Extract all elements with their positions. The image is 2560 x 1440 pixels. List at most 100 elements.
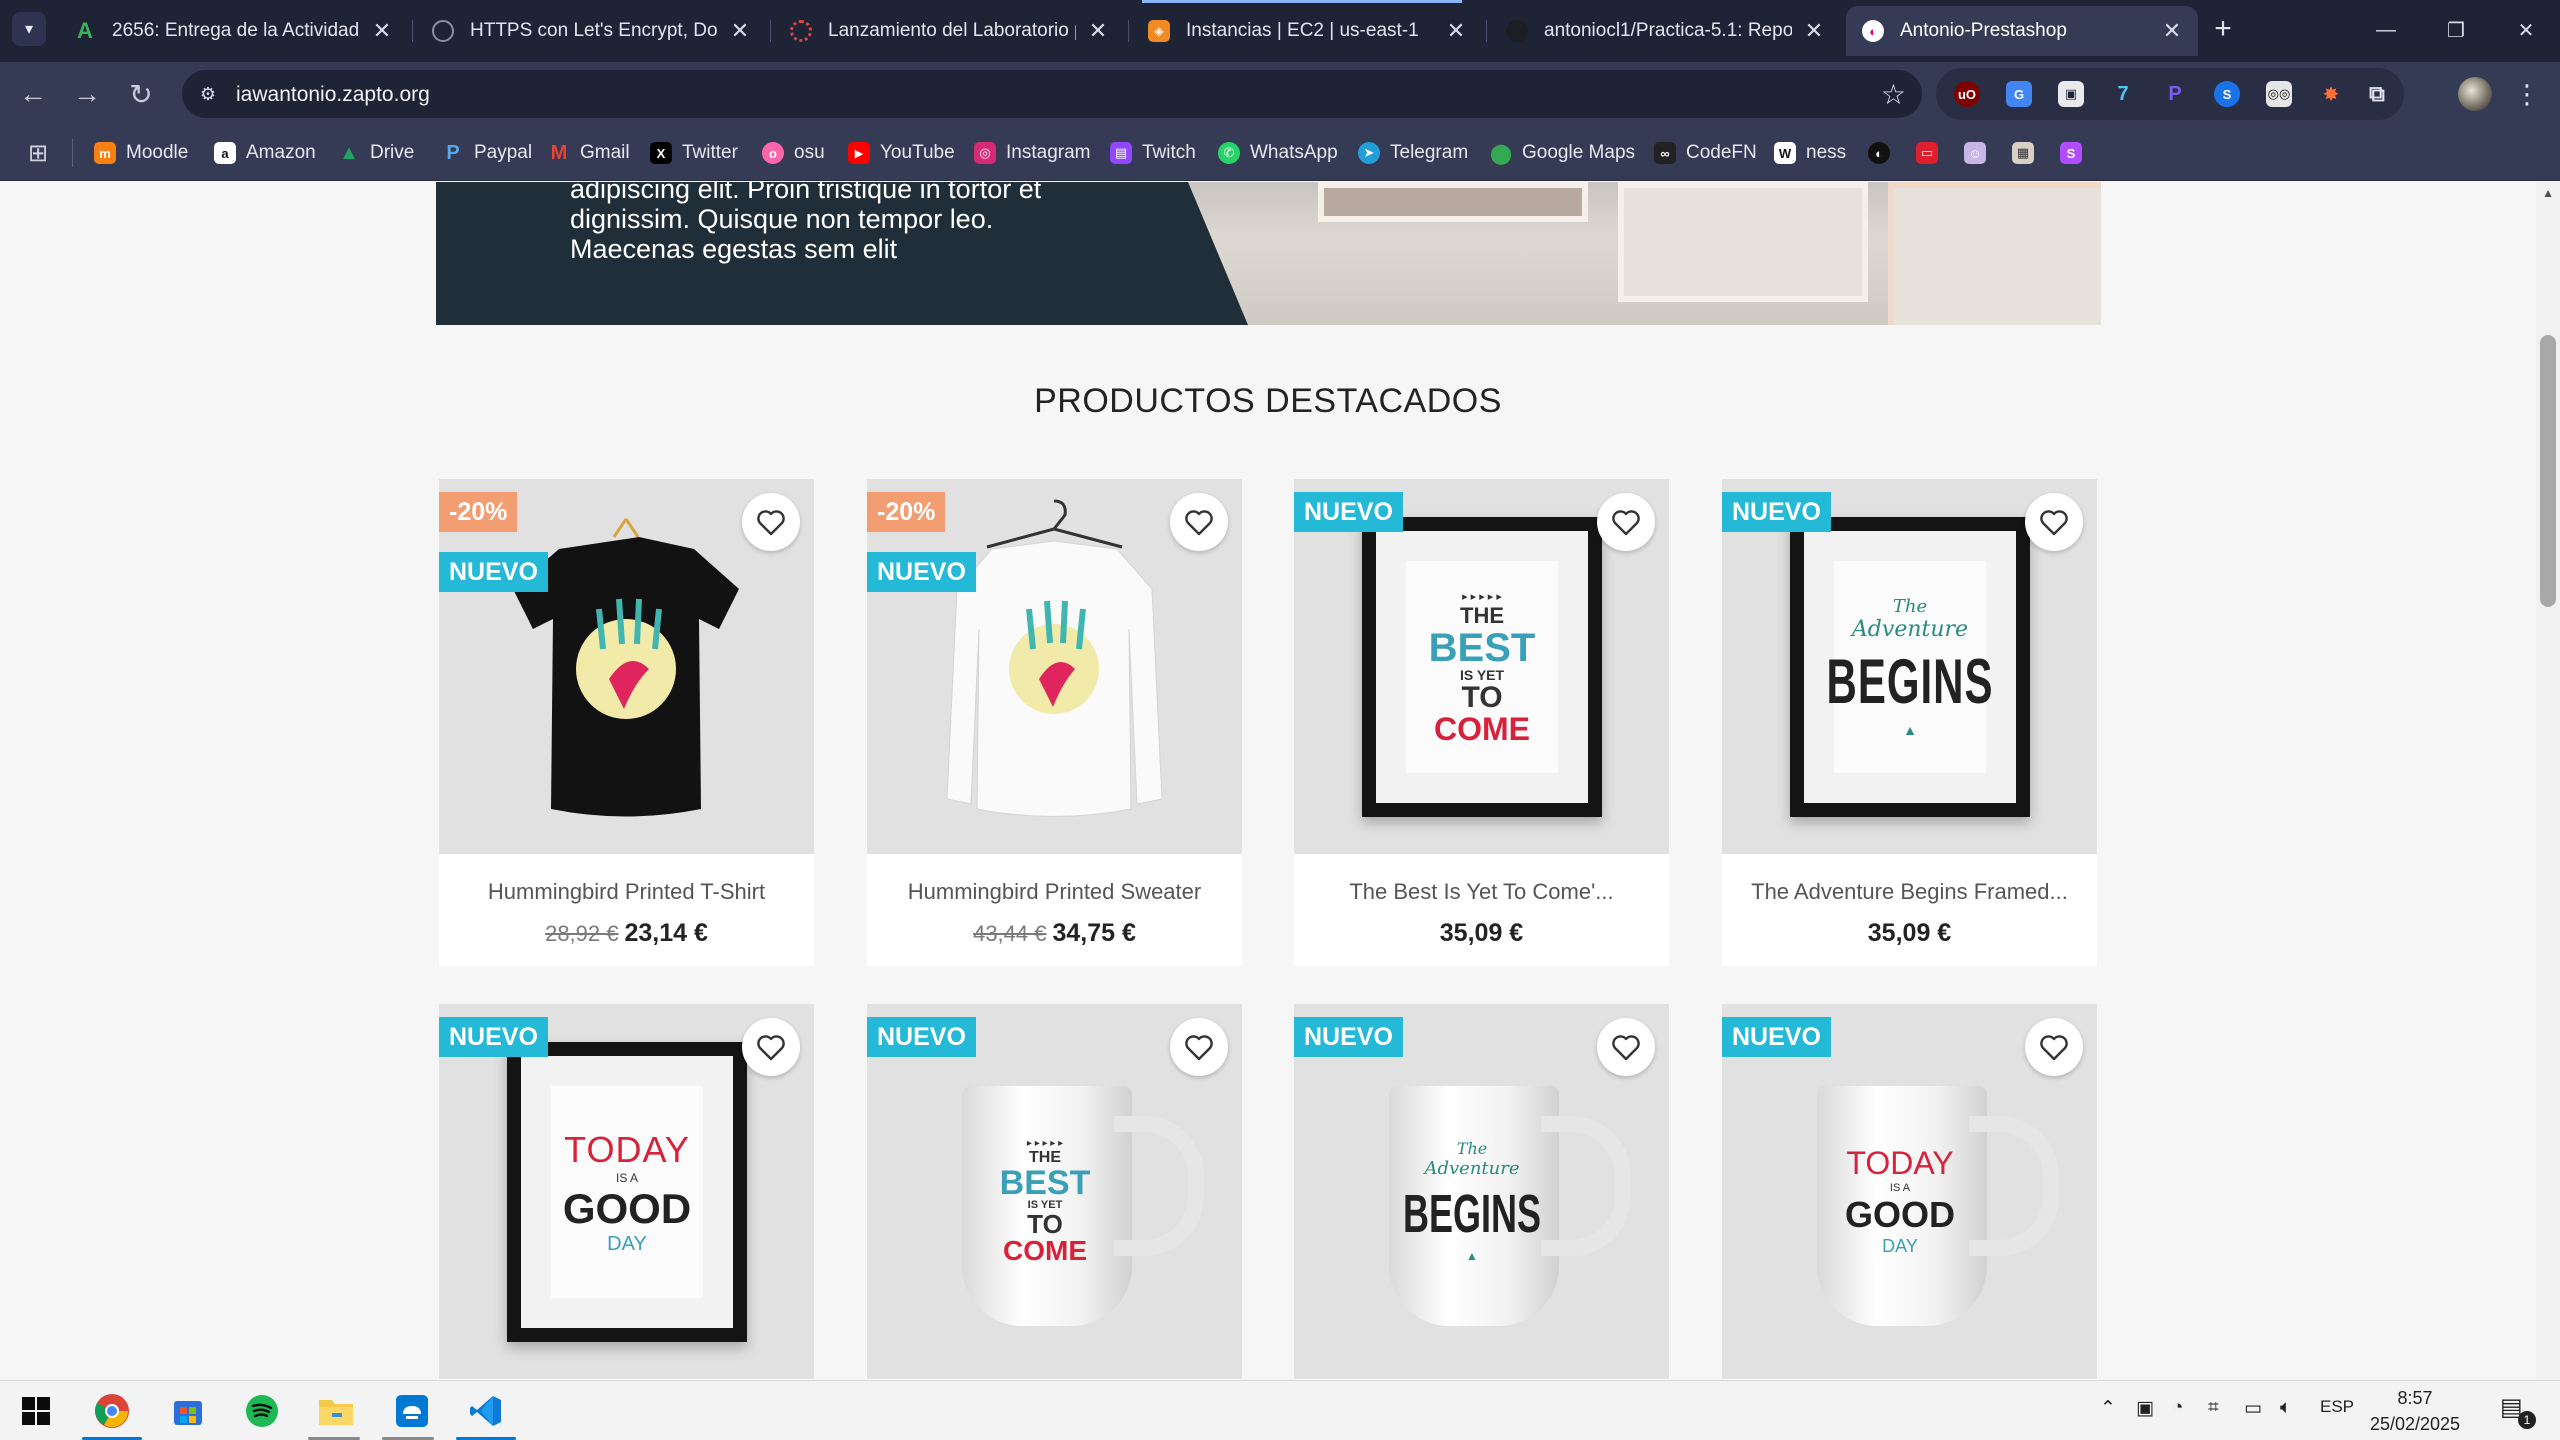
bookmark-twitch[interactable]: ▤ Twitch	[1110, 137, 1196, 169]
wishlist-heart-icon[interactable]	[2025, 1018, 2083, 1076]
microsoft-store-icon[interactable]	[168, 1391, 208, 1431]
chrome-taskbar-icon[interactable]	[92, 1391, 132, 1431]
close-tab-icon[interactable]: ✕	[1802, 18, 1826, 43]
close-window-icon[interactable]: ✕	[2496, 8, 2556, 52]
bookmark-whatsapp[interactable]: ✆ WhatsApp	[1218, 137, 1338, 169]
new-tab-plus-icon[interactable]: +	[2206, 12, 2240, 46]
extensions-puzzle-icon[interactable]: ⧉	[2364, 81, 2390, 107]
bookmark-gmail[interactable]: M Gmail	[548, 137, 630, 169]
wishlist-heart-icon[interactable]	[742, 1018, 800, 1076]
wishlist-heart-icon[interactable]	[2025, 493, 2083, 551]
tab-ec2-instances[interactable]: ◈ Instancias | EC2 | us-east-1 ✕	[1132, 6, 1482, 56]
forward-arrow-icon[interactable]: →	[68, 75, 106, 113]
scroll-thumb[interactable]	[2540, 335, 2556, 607]
tab-https-letsencrypt[interactable]: HTTPS con Let's Encrypt, Docker ✕	[416, 6, 766, 56]
show-hidden-icons-chevron-icon[interactable]: ⌃	[2100, 1397, 2116, 1420]
bookmark-osu[interactable]: o osu	[762, 137, 825, 169]
tab-moodle-activity[interactable]: A 2656: Entrega de la Actividad 5 ✕	[58, 6, 408, 56]
spotify-icon[interactable]	[242, 1391, 282, 1431]
language-indicator[interactable]: ESP	[2320, 1397, 2354, 1417]
remote-desktop-icon[interactable]	[392, 1391, 432, 1431]
product-name[interactable]: Hummingbird Printed T-Shirt	[439, 879, 814, 905]
file-explorer-icon[interactable]	[316, 1391, 356, 1431]
vscode-icon[interactable]	[466, 1391, 506, 1431]
product-card[interactable]: ▸ ▸ ▸ ▸ ▸ THE BEST IS YET TO COME NUEVO	[867, 1004, 1242, 1380]
address-bar[interactable]: ⚙ iawantonio.zapto.org ☆	[182, 70, 1922, 118]
product-name[interactable]: The Best Is Yet To Come'...	[1294, 879, 1669, 905]
product-card[interactable]: The Adventure BEGINS ▲ NUEVO The Adventu…	[1722, 479, 2097, 966]
extension-p-icon[interactable]: P	[2162, 81, 2188, 107]
shazam-icon[interactable]: S	[2214, 81, 2240, 107]
hero-banner[interactable]: adipiscing elit. Proin tristique in tort…	[436, 182, 2101, 325]
product-name[interactable]: Hummingbird Printed Sweater	[867, 879, 1242, 905]
bookmark-icon-only-3[interactable]: ☺	[1964, 137, 1986, 169]
bookmark-moodle[interactable]: m Moodle	[94, 137, 188, 169]
network-icon[interactable]: ◔	[2172, 1397, 2183, 1419]
extension-glasses-icon[interactable]: ◎◎	[2266, 81, 2292, 107]
bookmark-star-icon[interactable]: ☆	[1881, 78, 1906, 111]
close-tab-icon[interactable]: ✕	[370, 18, 394, 43]
tab-prestashop-active[interactable]: ◐ Antonio-Prestashop ✕	[1846, 6, 2198, 56]
battery-icon[interactable]: ▭	[2244, 1397, 2262, 1420]
bookmark-youtube[interactable]: ▶ YouTube	[848, 137, 955, 169]
close-tab-icon[interactable]: ✕	[1444, 18, 1468, 43]
google-translate-icon[interactable]: G	[2006, 81, 2032, 107]
hero-image	[1188, 182, 2101, 325]
product-name[interactable]: The Adventure Begins Framed...	[1722, 879, 2097, 905]
page-scrollbar[interactable]: ▲	[2536, 182, 2560, 1380]
product-card[interactable]: TODAY IS A GOOD DAY NUEVO	[439, 1004, 814, 1380]
product-card[interactable]: -20% NUEVO Hummingbird Printed Sweater 4…	[867, 479, 1242, 966]
extension-7-icon[interactable]: 7	[2110, 81, 2136, 107]
mug-line: The	[1456, 1139, 1488, 1158]
bookmark-amazon[interactable]: a Amazon	[214, 137, 316, 169]
profile-avatar[interactable]	[2458, 77, 2492, 111]
bookmark-instagram[interactable]: ◎ Instagram	[974, 137, 1090, 169]
wishlist-heart-icon[interactable]	[1597, 493, 1655, 551]
apps-grid-icon[interactable]: ⊞	[24, 139, 52, 167]
tab-lab-launch[interactable]: Lanzamiento del Laboratorio para ✕	[774, 6, 1124, 56]
tab-search-chevron-icon[interactable]: ▾	[12, 12, 46, 46]
bookmark-codefn[interactable]: ∞ CodeFN	[1654, 137, 1757, 169]
product-card[interactable]: The Adventure BEGINS ▲ NUEVO	[1294, 1004, 1669, 1380]
bookmark-icon-only-4[interactable]: ▦	[2012, 137, 2034, 169]
minimize-icon[interactable]: —	[2356, 8, 2416, 52]
new-flag: NUEVO	[1294, 492, 1403, 532]
bookmark-ness[interactable]: Wness	[1774, 137, 1846, 169]
bookmark-paypal[interactable]: P Paypal	[442, 137, 532, 169]
wishlist-heart-icon[interactable]	[742, 493, 800, 551]
device-icon[interactable]: ⌗	[2208, 1397, 2219, 1419]
wishlist-heart-icon[interactable]	[1170, 1018, 1228, 1076]
bookmark-telegram[interactable]: ➤ Telegram	[1358, 137, 1468, 169]
volume-icon[interactable]: 🔈︎	[2280, 1397, 2291, 1419]
restore-icon[interactable]: ❐	[2426, 8, 2486, 52]
hero-text: adipiscing elit. Proin tristique in tort…	[570, 182, 1090, 264]
bookmark-icon-only-2[interactable]: ▭	[1916, 137, 1938, 169]
bookmark-twitter[interactable]: X Twitter	[650, 137, 738, 169]
wishlist-heart-icon[interactable]	[1597, 1018, 1655, 1076]
extension-flame-icon[interactable]: ✸	[2318, 81, 2344, 107]
back-arrow-icon[interactable]: ←	[14, 75, 52, 113]
system-clock[interactable]: 8:57 25/02/2025	[2360, 1385, 2470, 1437]
bookmark-google-maps[interactable]: ⬤ Google Maps	[1490, 137, 1635, 169]
bookmark-icon-only-5[interactable]: S	[2060, 137, 2082, 169]
picture-in-picture-icon[interactable]: ▣	[2058, 81, 2084, 107]
windows-start-icon[interactable]	[16, 1391, 56, 1431]
product-card[interactable]: ▸ ▸ ▸ ▸ ▸ THE BEST IS YET TO COME NUEVO …	[1294, 479, 1669, 966]
ublock-origin-icon[interactable]: uO	[1954, 81, 1980, 107]
close-tab-icon[interactable]: ✕	[1086, 18, 1110, 43]
meet-now-icon[interactable]: ▣	[2136, 1397, 2154, 1420]
mug-best: ▸ ▸ ▸ ▸ ▸ THE BEST IS YET TO COME	[962, 1086, 1204, 1326]
more-menu-icon[interactable]: ⋮	[2514, 76, 2540, 112]
bookmark-drive[interactable]: ▲ Drive	[338, 137, 414, 169]
reload-icon[interactable]: ↻	[122, 75, 160, 113]
wishlist-heart-icon[interactable]	[1170, 493, 1228, 551]
product-card[interactable]: TODAY IS A GOOD DAY NUEVO	[1722, 1004, 2097, 1380]
site-info-tune-icon[interactable]: ⚙	[194, 80, 222, 108]
product-card[interactable]: -20% NUEVO Hummingbird Printed T-Shirt 2…	[439, 479, 814, 966]
url-text[interactable]: iawantonio.zapto.org	[236, 83, 430, 107]
bookmark-icon-only-1[interactable]: ◐	[1868, 137, 1890, 169]
scroll-up-arrow-icon[interactable]: ▲	[2542, 186, 2554, 200]
close-tab-icon[interactable]: ✕	[2160, 18, 2184, 43]
close-tab-icon[interactable]: ✕	[728, 18, 752, 43]
tab-github-repo[interactable]: antoniocl1/Practica-5.1: Reposit ✕	[1490, 6, 1840, 56]
